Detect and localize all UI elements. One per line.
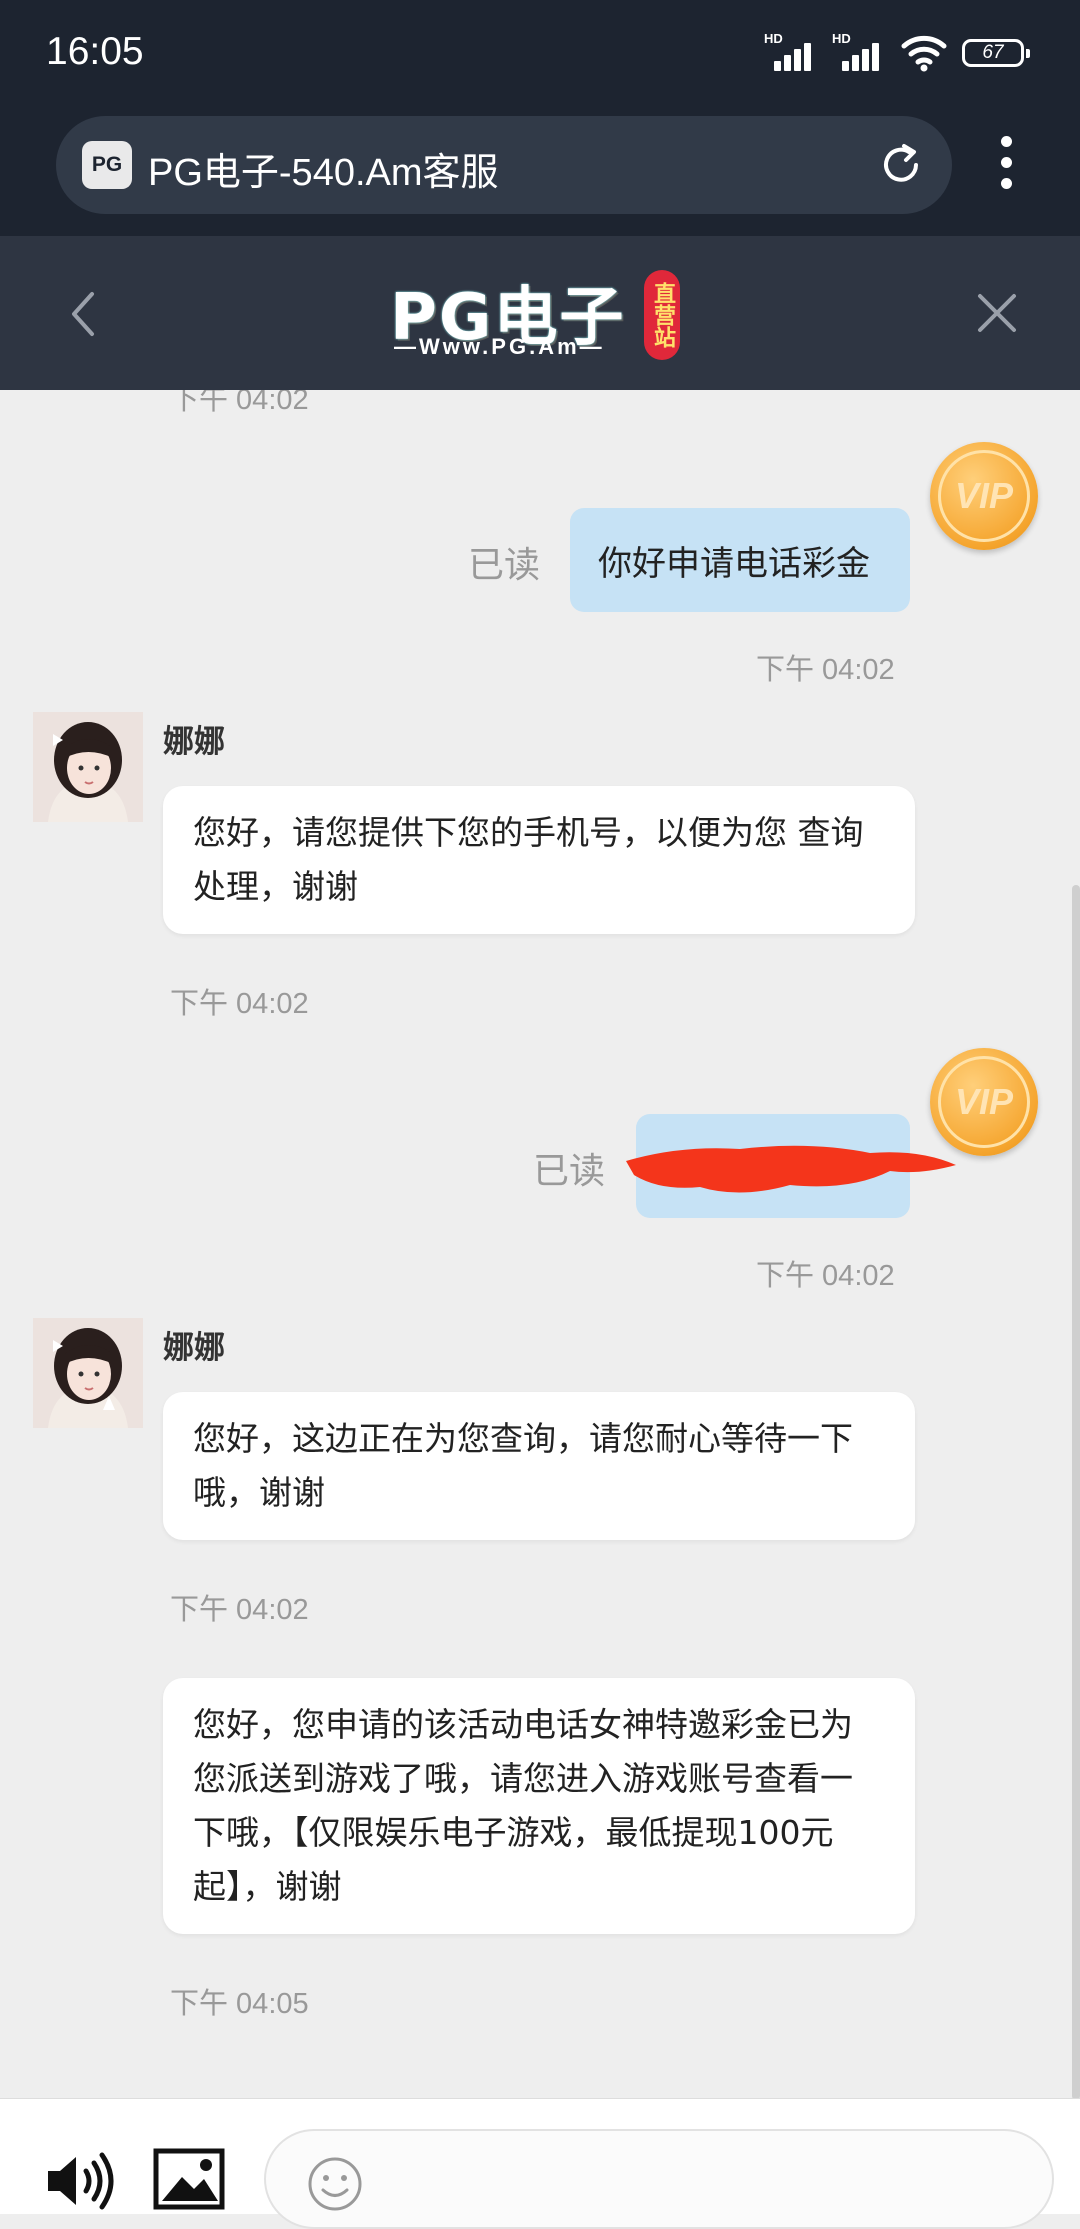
read-receipt: 已读 [468,545,541,586]
cell-signal-icon: HD [832,31,886,71]
page-title[interactable]: PG电子-540.Am客服 [148,141,499,196]
scrollbar[interactable] [1072,885,1080,2100]
back-arrow-icon[interactable] [60,284,110,344]
close-icon[interactable] [972,288,1022,338]
message-timestamp: 下午 04:02 [170,390,309,416]
avatar[interactable] [33,1318,143,1428]
message-text: 您好，您申请的该活动电话女神特邀彩金已为您派送到游戏了哦，请您进入游戏账号查看一… [193,1705,853,1906]
speaker-icon[interactable] [44,2149,118,2213]
avatar[interactable] [33,712,143,822]
browser-toolbar: PG PG电子-540.Am客服 [0,108,1080,236]
battery-level: 67 [982,42,1004,63]
message-timestamp: 下午 04:02 [170,1594,309,1626]
agent-name: 娜娜 [163,1330,225,1366]
vip-badge-icon: VIP [930,442,1038,550]
logo-badge: 直营站 [644,270,680,360]
chat-messages: 下午 04:02 VIP 已读 你好申请电话彩金 下午 04:02 娜娜 您好，… [0,390,1080,2100]
outgoing-message[interactable]: 你好申请电话彩金 [570,508,910,612]
emoji-icon[interactable] [306,2155,364,2213]
brand-logo: PG电子 —Www.PG.Am— 直营站 [390,266,690,366]
message-timestamp: 下午 04:02 [170,988,309,1020]
status-bar: 16:05 HD HD 67 [0,0,1080,108]
battery-icon: 67 [962,39,1030,67]
wifi-icon [901,35,947,72]
agent-name: 娜娜 [163,724,225,760]
hd-label: HD [764,31,783,46]
incoming-message[interactable]: 您好，请您提供下您的手机号，以便为您 查询处理，谢谢 [163,786,915,934]
status-icons: HD HD 67 [764,31,1030,72]
message-text: 您好，请您提供下您的手机号，以便为您 查询处理，谢谢 [193,813,864,906]
read-receipt: 已读 [533,1151,606,1192]
site-favicon-icon: PG [82,141,132,189]
chat-header: PG电子 —Www.PG.Am— 直营站 [0,236,1080,390]
message-composer [0,2098,1080,2229]
message-timestamp: 下午 04:05 [170,1988,309,2020]
more-menu-icon[interactable] [988,136,1024,196]
message-text: 你好申请电话彩金 [598,543,870,584]
address-bar[interactable]: PG PG电子-540.Am客服 [56,116,952,214]
logo-url: —Www.PG.Am— [394,334,605,359]
image-icon[interactable] [152,2147,226,2211]
agent-avatar-image [33,712,143,822]
redaction-scribble [626,1145,956,1193]
message-input[interactable] [264,2129,1054,2229]
hd-label: HD [832,31,851,46]
cell-signal-icon: HD [764,31,818,71]
reload-icon[interactable] [876,140,926,190]
incoming-message[interactable]: 您好，您申请的该活动电话女神特邀彩金已为您派送到游戏了哦，请您进入游戏账号查看一… [163,1678,915,1934]
incoming-message[interactable]: 您好，这边正在为您查询，请您耐心等待一下哦，谢谢 [163,1392,915,1540]
message-timestamp: 下午 04:02 [756,1260,895,1292]
agent-avatar-image [33,1318,143,1428]
status-time: 16:05 [46,30,144,73]
message-timestamp: 下午 04:02 [756,654,895,686]
message-text: 您好，这边正在为您查询，请您耐心等待一下哦，谢谢 [193,1419,853,1512]
